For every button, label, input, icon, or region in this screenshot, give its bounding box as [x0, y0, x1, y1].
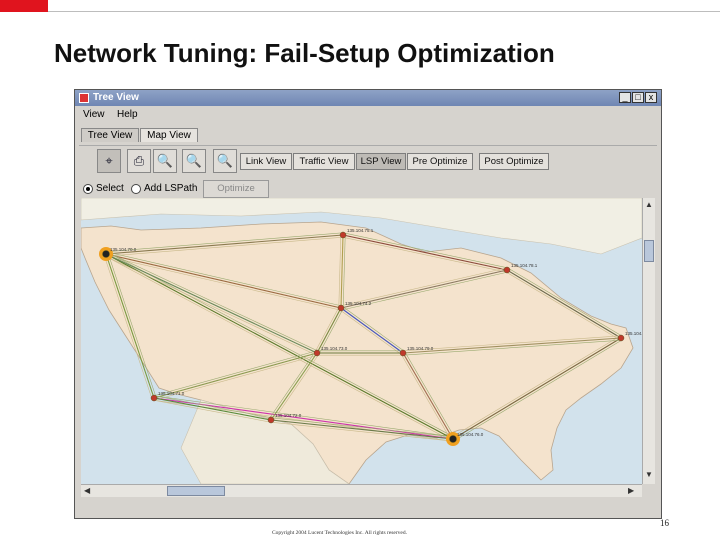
zoom-out-icon[interactable]: 🔍	[182, 149, 206, 173]
tab-tree-view[interactable]: Tree View	[81, 128, 139, 142]
router-node-label: 135.104.71.0	[158, 391, 185, 396]
optimize-button[interactable]: Optimize	[203, 180, 269, 198]
select-radio[interactable]	[83, 184, 93, 194]
router-node-label: 135.104.74.0	[625, 331, 642, 336]
print-icon[interactable]: ⎙	[127, 149, 151, 173]
link-view-button[interactable]: Link View	[240, 153, 292, 170]
slide-accent-bar	[0, 0, 48, 12]
horizontal-scroll-thumb[interactable]	[167, 486, 225, 496]
scroll-right-icon[interactable]: ▶	[628, 486, 634, 496]
map-toolbar: ⌖ ⎙ 🔍 🔍 🔍 Link View Traffic View LSP Vie…	[79, 145, 657, 180]
menubar: View Help	[75, 107, 661, 123]
router-node-northeast[interactable]	[503, 266, 511, 274]
router-node-kansas[interactable]	[313, 349, 321, 357]
pointer-icon[interactable]: ⌖	[97, 149, 121, 173]
select-label: Select	[96, 183, 124, 194]
tab-map-view[interactable]: Map View	[140, 128, 198, 142]
router-node-label: 135.104.76.0	[457, 432, 484, 437]
router-node-label: 135.104.79.0	[407, 346, 434, 351]
router-node-boston[interactable]	[617, 334, 625, 342]
copyright-notice: Copyright 2004 Lucent Technologies Inc. …	[272, 530, 407, 536]
maximize-button[interactable]: □	[632, 92, 644, 103]
router-node-label: 135.104.70.0	[110, 247, 137, 252]
traffic-view-button[interactable]: Traffic View	[293, 153, 355, 170]
lsp-view-button[interactable]: LSP View	[356, 153, 406, 170]
router-node-label: 135.104.75.1	[347, 228, 374, 233]
add-lspath-radio[interactable]	[131, 184, 141, 194]
router-node-label: 135.104.73.0	[321, 346, 348, 351]
router-node-central[interactable]	[399, 349, 407, 357]
slide-title: Network Tuning: Fail-Setup Optimization	[54, 38, 555, 68]
router-node-label: 135.104.72.0	[275, 413, 302, 418]
vertical-scrollbar[interactable]: ▲ ▼	[642, 198, 655, 484]
close-button[interactable]: x	[645, 92, 657, 103]
router-node-label: 135.104.78.1	[511, 263, 538, 268]
network-map[interactable]: 135.104.70.0 135.104.75.1 135.104.78.1 135.…	[81, 198, 642, 484]
pre-optimize-button[interactable]: Pre Optimize	[407, 153, 473, 170]
scroll-left-icon[interactable]: ◀	[84, 486, 90, 496]
slide-top-rule	[48, 11, 720, 12]
zoom-in-icon[interactable]: 🔍	[153, 149, 177, 173]
network-map-canvas[interactable]: 135.104.70.0 135.104.75.1 135.104.78.1 135.…	[81, 198, 642, 484]
tree-view-window: Tree View _ □ x View Help Tree View Map …	[74, 89, 662, 519]
horizontal-scrollbar[interactable]: ◀ ▶	[81, 484, 642, 497]
vertical-scroll-thumb[interactable]	[644, 240, 654, 262]
menu-view[interactable]: View	[83, 109, 105, 120]
router-node-la[interactable]	[150, 394, 158, 402]
page-number: 16	[660, 518, 669, 528]
post-optimize-button[interactable]: Post Optimize	[479, 153, 549, 170]
minimize-button[interactable]: _	[619, 92, 631, 103]
scroll-down-icon[interactable]: ▼	[645, 470, 653, 480]
view-tabs: Tree View Map View	[75, 128, 661, 142]
java-app-icon	[79, 93, 89, 103]
router-node-texas-w[interactable]	[267, 416, 275, 424]
mode-selector: Select Add LSPath Optimize	[79, 180, 657, 200]
router-node-midwest[interactable]	[337, 304, 345, 312]
scroll-up-icon[interactable]: ▲	[645, 200, 653, 210]
window-title: Tree View	[93, 92, 139, 103]
router-node-chicago-n[interactable]	[339, 231, 347, 239]
menu-help[interactable]: Help	[117, 109, 138, 120]
zoom-fit-icon[interactable]: 🔍	[213, 149, 237, 173]
window-titlebar[interactable]: Tree View _ □ x	[75, 90, 661, 106]
router-node-houston[interactable]	[449, 435, 457, 443]
router-node-seattle[interactable]	[102, 250, 110, 258]
router-node-label: 135.104.74.2	[345, 301, 372, 306]
add-lspath-label: Add LSPath	[144, 183, 198, 194]
